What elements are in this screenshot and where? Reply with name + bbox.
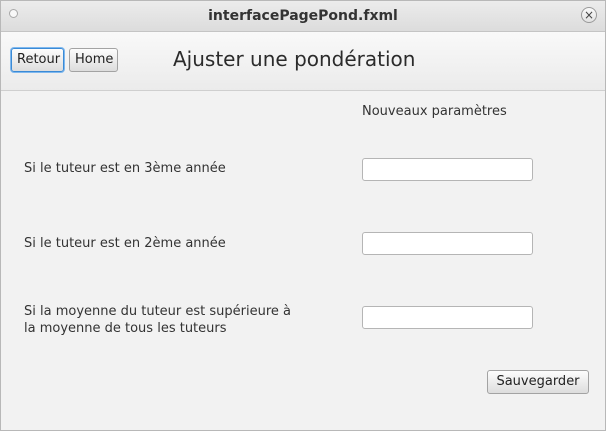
second-year-tutor-label: Si le tuteur est en 2ème année [24,236,226,251]
home-button[interactable]: Home [69,48,118,72]
close-window-button[interactable]: × [581,7,597,23]
third-year-tutor-input[interactable] [362,158,533,181]
app-window: interfacePagePond.fxml × Retour Home Aju… [0,0,606,431]
third-year-tutor-label: Si le tuteur est en 3ème année [24,161,226,176]
back-button[interactable]: Retour [11,48,64,72]
title-bar[interactable]: interfacePagePond.fxml × [1,1,605,32]
new-parameters-header: Nouveaux paramètres [362,104,507,119]
window-title: interfacePagePond.fxml [208,8,398,24]
header-toolbar: Retour Home Ajuster une pondération [1,32,605,91]
save-button[interactable]: Sauvegarder [487,370,589,394]
page-title: Ajuster une pondération [173,47,416,71]
average-above-input[interactable] [362,306,533,329]
second-year-tutor-input[interactable] [362,232,533,255]
average-above-label: Si la moyenne du tuteur est supérieure à… [24,303,314,337]
average-above-label-line2: la moyenne de tous les tuteurs [24,321,227,336]
close-icon: × [583,8,595,22]
average-above-label-line1: Si la moyenne du tuteur est supérieure à [24,304,292,319]
